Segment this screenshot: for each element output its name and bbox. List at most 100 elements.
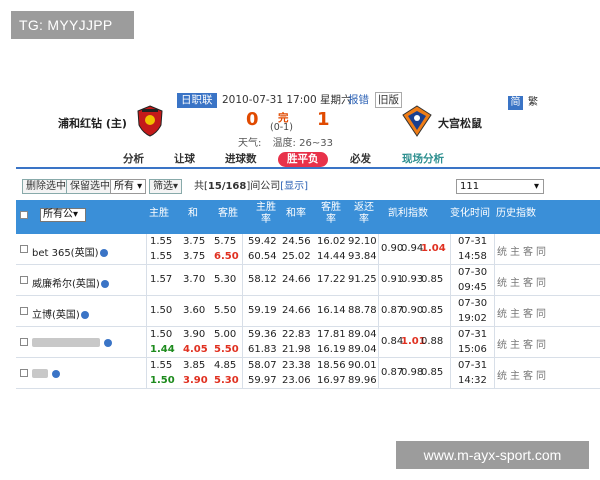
history-same-link[interactable]: 同: [536, 243, 546, 258]
history-same-link[interactable]: 同: [536, 336, 546, 351]
info-icon[interactable]: [52, 370, 60, 378]
company-type-select[interactable]: 所有公▾: [40, 208, 86, 222]
odds-h: 1.50: [150, 375, 175, 386]
away-team-logo: [402, 105, 432, 137]
history-same-link[interactable]: 同: [536, 274, 546, 289]
tab-goals[interactable]: 进球数: [225, 152, 257, 167]
odds-dr: 23.38: [282, 360, 311, 371]
change-time: 09:45: [458, 282, 487, 293]
history-stats-link[interactable]: 统: [497, 336, 507, 351]
change-date: 07-31: [458, 329, 488, 340]
tab-1x2[interactable]: 胜平负: [278, 152, 328, 167]
row-checkbox[interactable]: [20, 338, 28, 346]
header-return-rate: 返还率: [354, 202, 374, 226]
history-home-link[interactable]: 主: [510, 243, 520, 258]
table-row: 1.55 3.85 4.85 58.07 23.38 18.56 90.01 0.87 0.98…: [16, 358, 600, 389]
show-link[interactable]: [显示]: [280, 181, 308, 192]
column-divider: [450, 234, 451, 264]
change-date: 07-30: [458, 267, 488, 278]
home-score: 0: [246, 109, 259, 130]
count-suffix: ]间公司: [246, 181, 281, 192]
odds-d: 3.90: [183, 375, 208, 386]
old-version-button[interactable]: 旧版: [375, 92, 402, 108]
kelly-k2: 0.93: [401, 274, 424, 285]
tab-analysis[interactable]: 分析: [123, 152, 144, 167]
simplified-chinese-toggle[interactable]: 简: [508, 96, 523, 110]
home-team-logo: [137, 105, 163, 137]
kelly-k3: 1.04: [421, 243, 446, 254]
halftime-score: (0-1): [270, 122, 293, 133]
odds-dr: 24.66: [282, 274, 311, 285]
company-name[interactable]: 立博(英国): [32, 306, 89, 321]
history-away-link[interactable]: 客: [523, 243, 533, 258]
history-home-link[interactable]: 主: [510, 336, 520, 351]
history-home-link[interactable]: 主: [510, 367, 520, 382]
odds-ret: 89.96: [348, 375, 377, 386]
history-away-link[interactable]: 客: [523, 305, 533, 320]
bookmaker-select[interactable]: 111 ▾: [456, 179, 544, 194]
column-divider: [242, 296, 243, 326]
away-team-name[interactable]: 大宫松鼠: [438, 115, 482, 131]
select-all-checkbox[interactable]: [20, 211, 28, 219]
away-score: 1: [317, 109, 330, 130]
change-date: 07-30: [458, 298, 488, 309]
kelly-k3: 0.85: [421, 367, 444, 378]
odds-d: 3.75: [183, 251, 206, 262]
company-name-text: 威廉希尔(英国): [32, 279, 100, 290]
company-name[interactable]: bet 365(英国): [32, 244, 108, 259]
odds-h: 1.57: [150, 274, 173, 285]
history-away-link[interactable]: 客: [523, 367, 533, 382]
row-checkbox[interactable]: [20, 307, 28, 315]
odds-a: 5.75: [214, 236, 237, 247]
kelly-k1: 0.84: [381, 336, 404, 347]
keep-selected-button[interactable]: 保留选中: [66, 179, 114, 194]
report-error-link[interactable]: 报错: [348, 93, 369, 108]
company-name[interactable]: [32, 337, 112, 349]
odds-dr: 22.83: [282, 329, 311, 340]
odds-ret: 91.25: [348, 274, 377, 285]
delete-selected-button[interactable]: 删除选中: [22, 179, 70, 194]
odds-a: 5.00: [214, 329, 237, 340]
tab-handicap[interactable]: 让球: [174, 152, 195, 167]
history-home-link[interactable]: 主: [510, 305, 520, 320]
column-divider: [242, 234, 243, 264]
history-same-link[interactable]: 同: [536, 367, 546, 382]
odds-h: 1.55: [150, 251, 173, 262]
filter-button[interactable]: 筛选▾: [149, 179, 183, 194]
odds-hr: 58.07: [248, 360, 277, 371]
company-name[interactable]: 威廉希尔(英国): [32, 275, 109, 290]
count-value: 15/168: [207, 181, 247, 192]
header-change-time: 变化时间: [450, 208, 490, 219]
odds-hr: 61.83: [248, 344, 277, 355]
history-stats-link[interactable]: 统: [497, 243, 507, 258]
company-filter-select[interactable]: 所有 ▾: [110, 179, 147, 194]
column-divider: [450, 296, 451, 326]
odds-ret: 93.84: [348, 251, 377, 262]
history-away-link[interactable]: 客: [523, 336, 533, 351]
info-icon[interactable]: [100, 280, 109, 288]
history-home-link[interactable]: 主: [510, 274, 520, 289]
history-stats-link[interactable]: 统: [497, 367, 507, 382]
row-checkbox[interactable]: [20, 369, 28, 377]
history-same-link[interactable]: 同: [536, 305, 546, 320]
row-checkbox[interactable]: [20, 276, 28, 284]
change-time: 14:32: [458, 375, 487, 386]
info-icon[interactable]: [99, 249, 108, 257]
row-checkbox[interactable]: [20, 245, 28, 253]
history-stats-link[interactable]: 统: [497, 305, 507, 320]
odds-ar: 14.44: [317, 251, 346, 262]
tab-betfair[interactable]: 必发: [350, 152, 371, 167]
header-away-rate-line2: 率: [326, 214, 336, 225]
odds-ar: 16.19: [317, 344, 346, 355]
home-team-name[interactable]: 浦和红钻 (主): [58, 115, 127, 131]
info-icon[interactable]: [104, 339, 112, 347]
history-away-link[interactable]: 客: [523, 274, 533, 289]
info-icon[interactable]: [80, 311, 89, 319]
odds-a: 5.50: [214, 305, 237, 316]
traditional-chinese-toggle[interactable]: 繁: [528, 96, 538, 110]
table-row: 1.50 3.90 5.00 59.36 22.83 17.81 89.04 0.84 1.01…: [16, 327, 600, 358]
league-badge[interactable]: 日职联: [177, 93, 217, 108]
history-stats-link[interactable]: 统: [497, 274, 507, 289]
tab-live-analysis[interactable]: 现场分析: [402, 152, 444, 167]
company-name[interactable]: [32, 368, 60, 380]
